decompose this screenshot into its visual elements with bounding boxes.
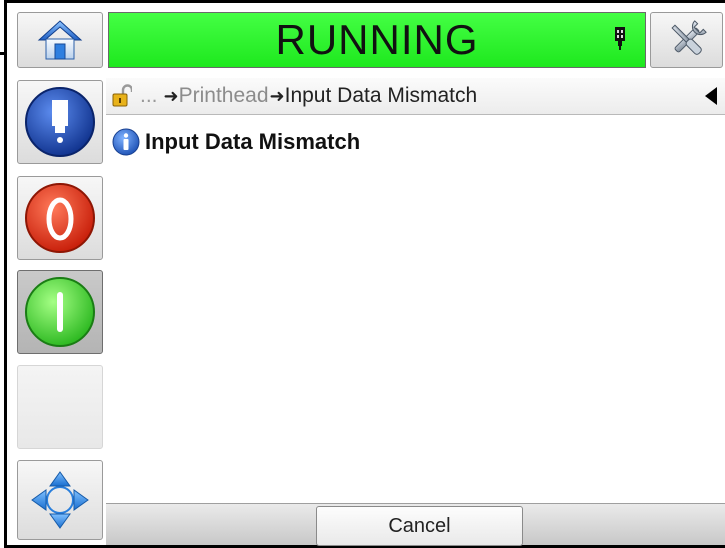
breadcrumb-current: Input Data Mismatch [284,84,478,107]
printhead-icon [25,87,95,157]
printhead-button[interactable] [17,80,103,164]
status-bar: RUNNING [108,12,646,68]
back-arrow-icon[interactable] [705,87,717,105]
unlocked-lock-icon[interactable] [112,84,132,108]
tools-icon [670,20,707,55]
breadcrumb-separator: ➜ [269,85,285,106]
window-edge-notch [0,52,4,55]
sidebar [17,80,103,540]
message-title: Input Data Mismatch [145,129,361,154]
start-icon [25,277,95,347]
navigate-arrows-icon [31,471,89,529]
footer-bar: Cancel [106,503,725,546]
window-edge-top [4,0,725,3]
message-row: Input Data Mismatch [112,128,360,156]
start-button[interactable] [17,270,103,354]
home-icon [37,20,83,60]
breadcrumb-separator: ➜ [163,85,179,106]
breadcrumb: ... ➜ Printhead ➜ Input Data Mismatch [106,78,725,115]
status-text: RUNNING [275,16,479,63]
stop-button[interactable] [17,176,103,260]
window-edge-left [4,0,7,548]
home-button[interactable] [17,12,103,68]
empty-slot [17,365,103,449]
breadcrumb-ellipsis[interactable]: ... [140,84,158,108]
printhead-status-icon [615,27,625,50]
info-icon [112,128,140,156]
navigate-button[interactable] [17,460,103,540]
breadcrumb-printhead[interactable]: Printhead [179,84,269,108]
cancel-button[interactable]: Cancel [316,506,523,546]
stop-icon [25,183,95,253]
tools-button[interactable] [650,12,723,68]
content-panel: ... ➜ Printhead ➜ Input Data Mismatch In… [106,78,725,545]
